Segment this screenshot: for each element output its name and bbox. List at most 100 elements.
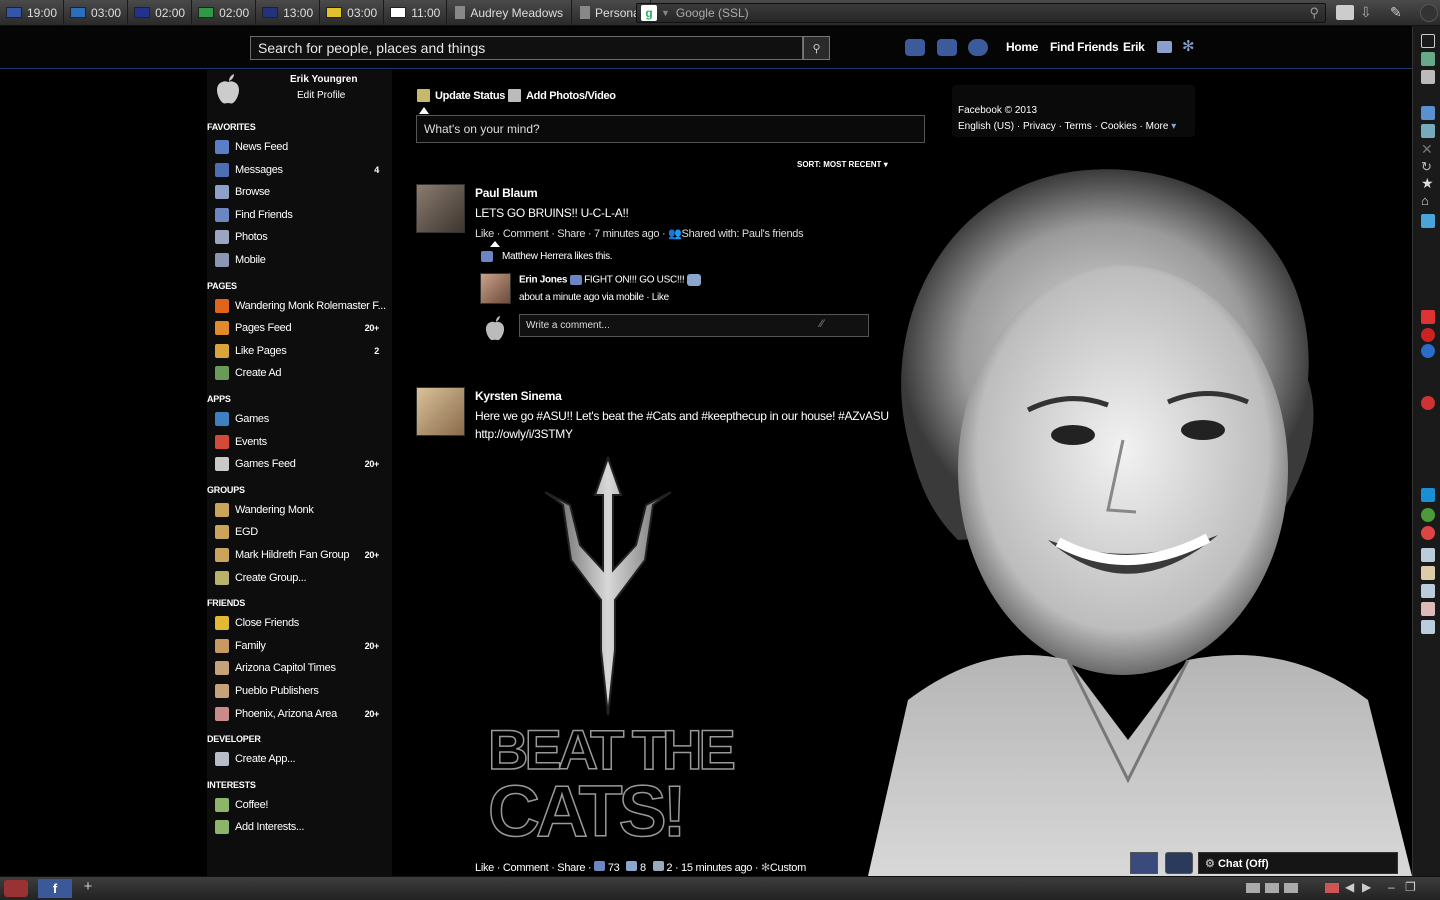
- clock-2[interactable]: 02:00: [128, 0, 193, 26]
- sidebar-item[interactable]: Coffee!: [207, 795, 392, 815]
- restore-icon[interactable]: ❐: [1405, 880, 1416, 894]
- grid-icon[interactable]: [1421, 52, 1435, 66]
- sidebar-item[interactable]: Close Friends: [207, 613, 392, 633]
- status-input[interactable]: What's on your mind?: [416, 115, 925, 143]
- minimize-icon[interactable]: –: [1388, 880, 1395, 894]
- facebook-tab-icon[interactable]: f: [38, 879, 72, 898]
- sidebar-item[interactable]: Add Interests...: [207, 817, 392, 837]
- s-app-icon[interactable]: [1421, 488, 1435, 502]
- search-input[interactable]: Search for people, places and things: [250, 36, 803, 60]
- comment-meta[interactable]: about a minute ago via mobile · Like: [519, 292, 669, 303]
- sidebar-item[interactable]: Wandering Monk Rolemaster F...: [207, 296, 392, 316]
- magnifier-icon[interactable]: ⚲: [1309, 5, 1319, 21]
- friend-requests-icon[interactable]: [905, 39, 925, 56]
- paul-blaum-avatar[interactable]: [416, 184, 465, 233]
- back-arrow-icon[interactable]: ◀: [1345, 880, 1354, 894]
- window-circle-icon[interactable]: [1420, 4, 1438, 22]
- sidebar-item[interactable]: Games: [207, 409, 392, 429]
- sidebar-item[interactable]: Phoenix, Arizona Area 20+: [207, 704, 392, 724]
- update-status-link[interactable]: Update Status: [417, 89, 505, 102]
- cancel-icon[interactable]: [1421, 526, 1435, 540]
- notifications-globe-icon[interactable]: [968, 39, 988, 56]
- tab-audrey-meadows[interactable]: Audrey Meadows: [447, 0, 573, 26]
- add-photos-link[interactable]: Add Photos/Video: [508, 89, 616, 102]
- browser-search-field[interactable]: g ▼ Google (SSL) ⚲: [636, 3, 1326, 23]
- sidebar-item[interactable]: Mark Hildreth Fan Group 20+: [207, 545, 392, 565]
- story-author[interactable]: Paul Blaum: [475, 186, 538, 200]
- sidebar-item[interactable]: EGD: [207, 522, 392, 542]
- fullscreen-icon[interactable]: [1421, 34, 1435, 48]
- gear-icon[interactable]: ✻: [1182, 37, 1195, 55]
- search-button[interactable]: ⚲: [803, 36, 830, 60]
- bookmark-icon[interactable]: [1421, 106, 1435, 120]
- sidebar-item[interactable]: Like Pages 2: [207, 341, 392, 361]
- sidebar-item[interactable]: Browse: [207, 182, 392, 202]
- document-icon[interactable]: [1421, 548, 1435, 562]
- clock-3[interactable]: 02:00: [192, 0, 257, 26]
- sidebar-item[interactable]: Create App...: [207, 749, 392, 769]
- erin-jones-avatar[interactable]: [480, 273, 511, 304]
- star-icon[interactable]: ★: [1421, 176, 1435, 190]
- document-icon[interactable]: [1421, 584, 1435, 598]
- document-icon[interactable]: [1421, 566, 1435, 580]
- sidebar-item[interactable]: Family 20+: [207, 636, 392, 656]
- tray-icon[interactable]: [1284, 883, 1298, 893]
- clock-5[interactable]: 03:00: [320, 0, 385, 26]
- addon-circle-icon[interactable]: [1421, 396, 1435, 410]
- profile-name[interactable]: Erik Youngren: [290, 74, 357, 85]
- home-icon[interactable]: ⌂: [1421, 194, 1435, 208]
- screen-icon[interactable]: [1336, 5, 1354, 20]
- page-icon[interactable]: [1421, 70, 1435, 84]
- privacy-shortcuts-icon[interactable]: [1157, 41, 1172, 53]
- close-icon[interactable]: ✕: [1421, 142, 1435, 156]
- clock-0[interactable]: 19:00: [0, 0, 65, 26]
- chat-globe-icon[interactable]: [1165, 852, 1193, 874]
- sidebar-item[interactable]: Games Feed 20+: [207, 454, 392, 474]
- sidebar-item[interactable]: Pages Feed 20+: [207, 318, 392, 338]
- chat-bar[interactable]: ⚙ Chat (Off): [1198, 852, 1398, 874]
- edit-profile-link[interactable]: Edit Profile: [297, 90, 345, 101]
- chevron-down-icon[interactable]: ▾: [1171, 121, 1176, 132]
- tray-icon[interactable]: [1246, 883, 1260, 893]
- user-profile-link[interactable]: Erik: [1123, 40, 1145, 54]
- document-icon[interactable]: [1421, 620, 1435, 634]
- stop-icon[interactable]: [1421, 328, 1435, 342]
- addon-red-icon[interactable]: [1421, 310, 1435, 324]
- sidebar-item[interactable]: Mobile: [207, 250, 392, 270]
- clock-6[interactable]: 11:00: [384, 0, 448, 26]
- kyrsten-sinema-avatar[interactable]: [416, 387, 465, 436]
- story-author[interactable]: Kyrsten Sinema: [475, 389, 562, 403]
- write-comment-input[interactable]: Write a comment...: [519, 314, 869, 337]
- chat-app-icon[interactable]: [1130, 852, 1158, 874]
- start-icon[interactable]: [4, 880, 28, 897]
- sidebar-item[interactable]: Events: [207, 432, 392, 452]
- app-icon[interactable]: [1421, 214, 1435, 228]
- likes-sentence[interactable]: Matthew Herrera likes this.: [502, 251, 613, 262]
- chevron-down-icon[interactable]: ▼: [661, 8, 670, 18]
- sidebar-item[interactable]: Create Ad: [207, 363, 392, 383]
- feather-icon[interactable]: ✎: [1390, 4, 1402, 21]
- find-friends-link[interactable]: Find Friends: [1050, 40, 1119, 54]
- sidebar-item[interactable]: Arizona Capitol Times: [207, 658, 392, 678]
- recycle-icon[interactable]: [1421, 508, 1435, 522]
- sidebar-item[interactable]: Pueblo Publishers: [207, 681, 392, 701]
- story-link[interactable]: http://owly/i/3STMY: [475, 425, 573, 443]
- skype-icon[interactable]: [1421, 344, 1435, 358]
- comment-author[interactable]: Erin Jones: [519, 275, 567, 286]
- bookmarks-icon[interactable]: [1421, 124, 1435, 138]
- sidebar-item[interactable]: Create Group...: [207, 568, 392, 588]
- sidebar-item[interactable]: Wandering Monk: [207, 500, 392, 520]
- sidebar-item[interactable]: Photos: [207, 227, 392, 247]
- reload-icon[interactable]: ↻: [1421, 160, 1435, 174]
- beat-the-cats-image[interactable]: BEAT THE CATS!: [475, 450, 745, 855]
- new-tab-button[interactable]: +: [78, 878, 98, 898]
- home-link[interactable]: Home: [1006, 40, 1038, 54]
- clock-4[interactable]: 13:00: [256, 0, 321, 26]
- sidebar-item[interactable]: News Feed: [207, 137, 392, 157]
- sidebar-item[interactable]: Find Friends: [207, 205, 392, 225]
- tray-icon[interactable]: [1325, 883, 1339, 893]
- sidebar-item[interactable]: Messages 4: [207, 160, 392, 180]
- document-icon[interactable]: [1421, 602, 1435, 616]
- download-arrow-icon[interactable]: ⇩: [1360, 4, 1372, 21]
- clock-1[interactable]: 03:00: [64, 0, 129, 26]
